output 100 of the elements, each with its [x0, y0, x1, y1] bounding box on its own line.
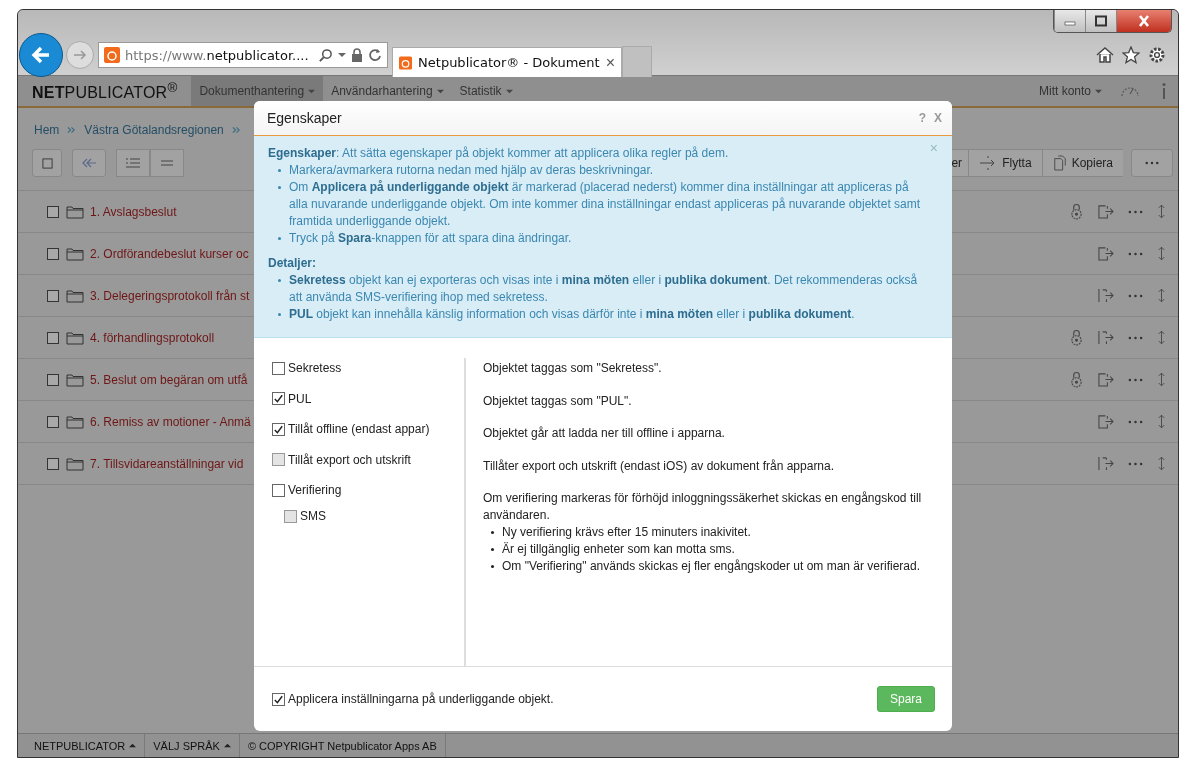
account-menu[interactable]: Mitt konto	[1030, 76, 1110, 106]
option-description: Är ej tillgänglig enheter som kan motta sms.	[501, 541, 736, 558]
settings-icon[interactable]	[1148, 46, 1166, 64]
checkbox[interactable]	[272, 361, 285, 375]
bullet-icon	[491, 548, 494, 551]
caret-icon	[308, 87, 316, 95]
export-icon[interactable]	[1097, 372, 1114, 387]
footer-link[interactable]: © COPYRIGHT Netpublicator Apps AB	[239, 734, 446, 757]
browser-tab[interactable]: Netpublicator® - Dokument ×	[392, 47, 622, 77]
checkbox[interactable]	[47, 247, 59, 260]
checkbox[interactable]	[272, 422, 285, 436]
option-label[interactable]: PUL	[288, 391, 312, 406]
padlock-icon[interactable]	[1070, 329, 1083, 346]
more-icon[interactable]	[1128, 251, 1143, 256]
document-title[interactable]: 6. Remiss av motioner - Anmä	[90, 414, 251, 429]
close-button[interactable]	[1116, 10, 1171, 32]
sort-icon[interactable]	[1157, 204, 1166, 219]
export-icon[interactable]	[1097, 288, 1114, 303]
export-icon[interactable]	[1097, 204, 1114, 219]
option-description: Tillåter export och utskrift (endast iOS) av dokument från apparna.	[483, 457, 836, 475]
more-icon[interactable]	[1128, 293, 1143, 298]
apply-label[interactable]: Applicera inställningarna på underliggande objekt.	[288, 692, 554, 706]
select-all-button[interactable]	[32, 149, 62, 177]
sort-icon[interactable]	[1157, 330, 1166, 345]
logo[interactable]: NETPUBLICATOR$^{®}$	[32, 79, 178, 103]
bullet-icon	[278, 279, 281, 282]
more-icon[interactable]	[1128, 209, 1143, 214]
export-icon[interactable]	[1097, 246, 1114, 261]
document-title[interactable]: 1. Avslagsbeslut	[90, 204, 177, 219]
back-button[interactable]	[19, 33, 63, 77]
option-description: Objektet går att ladda ner till offline i apparna.	[483, 425, 726, 442]
document-title[interactable]: 5. Beslut om begäran om utfå	[90, 372, 248, 387]
site-icon	[104, 47, 120, 63]
dots-icon	[1145, 161, 1159, 165]
checkbox[interactable]	[47, 415, 59, 428]
tab-title: Netpublicator® - Dokument	[418, 55, 600, 70]
export-icon[interactable]	[1097, 456, 1114, 471]
option-label[interactable]: Verifiering	[288, 483, 342, 497]
info-icon[interactable]	[1160, 82, 1168, 100]
sort-icon[interactable]	[1157, 414, 1166, 429]
document-title[interactable]: 7. Tillsvidareanställningar vid	[90, 456, 244, 471]
export-icon[interactable]	[1097, 330, 1114, 345]
list-view-button[interactable]	[116, 149, 150, 177]
sort-icon[interactable]	[1157, 456, 1166, 471]
checkbox[interactable]	[47, 373, 59, 386]
document-title[interactable]: 4. förhandlingsprotokoll	[90, 330, 215, 345]
sort-icon[interactable]	[1157, 288, 1166, 303]
refresh-icon[interactable]	[368, 48, 382, 62]
folder-icon	[66, 372, 84, 387]
breadcrumb-link[interactable]: Hem	[34, 123, 60, 137]
lock-icon	[351, 48, 363, 62]
caret-icon[interactable]	[338, 51, 346, 59]
info-text: PUL objekt kan innehålla känslig information och visas därför inte i mina möten eller i publika dokument.	[288, 306, 856, 323]
checkbox[interactable]	[272, 692, 285, 706]
sort-icon[interactable]	[1157, 372, 1166, 387]
footer-link[interactable]: NETPUBLICATOR	[26, 734, 146, 757]
address-field[interactable]: https://www.netpublicator....	[98, 42, 388, 68]
nav-menu[interactable]: Statistik	[451, 76, 521, 106]
more-icon[interactable]	[1128, 377, 1143, 382]
export-icon[interactable]	[1097, 414, 1114, 429]
info-text: Egenskaper: Att sätta egenskaper på objekt kommer att applicera olika regler på dem.	[268, 145, 730, 162]
info-text: Om Applicera på underliggande objekt är markerad (placerad nederst) kommer dina inställningar att appliceras på alla nuvarande underliggande objekt. Om inte kommer dina inställningar endast appliceras på nuvarande objektet samt framtida underliggande objekt.	[288, 179, 922, 230]
option-label[interactable]: Sekretess	[288, 361, 342, 375]
home-icon[interactable]	[1096, 46, 1114, 64]
dialog-title: Egenskaper	[267, 110, 342, 126]
checkbox[interactable]	[272, 483, 285, 497]
info-heading: Detaljer:	[268, 255, 318, 272]
more-icon[interactable]	[1128, 419, 1143, 424]
toolbar-button[interactable]: Kopiera	[1041, 149, 1123, 177]
info-text: Sekretess objekt kan ej exporteras och visas inte i mina möten eller i publika dokument. Det rekommenderas också att använda SMS-verifiering ihop med sekretess.	[288, 272, 919, 306]
checkbox[interactable]	[47, 331, 59, 344]
more-icon[interactable]	[1128, 461, 1143, 466]
compact-view-button[interactable]	[150, 149, 184, 177]
footer-link[interactable]: VÄLJ SPRÅK	[145, 734, 240, 757]
checkbox[interactable]	[47, 205, 59, 218]
toolbar-button[interactable]: Flytta	[968, 149, 1042, 177]
breadcrumb-link[interactable]: Västra Götalandsregionen	[84, 123, 224, 137]
checkbox[interactable]	[47, 289, 59, 302]
option-description: Om verifiering markeras för förhöjd inloggningssäkerhet skickas en engångskod till användaren.	[483, 490, 923, 524]
document-title[interactable]: 2. Ordförandebeslut kurser oc	[90, 246, 249, 261]
folder-icon	[66, 330, 84, 345]
checkbox[interactable]	[47, 457, 59, 470]
close-icon	[1137, 15, 1151, 27]
sort-icon[interactable]	[1157, 246, 1166, 261]
star-icon[interactable]	[1122, 46, 1140, 64]
nav-menu[interactable]: Dokumenthantering	[191, 76, 324, 106]
option-description: Om "Verifiering" används skickas ej fler engångskoder ut om man är verifierad.	[501, 558, 922, 575]
maximize-button[interactable]	[1085, 10, 1116, 32]
checkbox[interactable]	[272, 392, 285, 405]
more-icon[interactable]	[1128, 335, 1143, 340]
url-text: https://www.netpublicator....	[125, 47, 310, 63]
padlock-icon[interactable]	[1070, 371, 1083, 388]
tab-close-button[interactable]: ×	[605, 53, 615, 72]
option-label[interactable]: Tillåt offline (endast appar)	[288, 422, 430, 436]
document-title[interactable]: 3. Delegeringsprotokoll från st	[90, 288, 250, 303]
chevron-icon	[67, 126, 77, 134]
search-icon[interactable]	[318, 47, 333, 63]
maximize-icon	[1094, 15, 1108, 27]
padlock-icon[interactable]	[1070, 203, 1083, 220]
nav-menu[interactable]: Användarhantering	[323, 76, 452, 106]
